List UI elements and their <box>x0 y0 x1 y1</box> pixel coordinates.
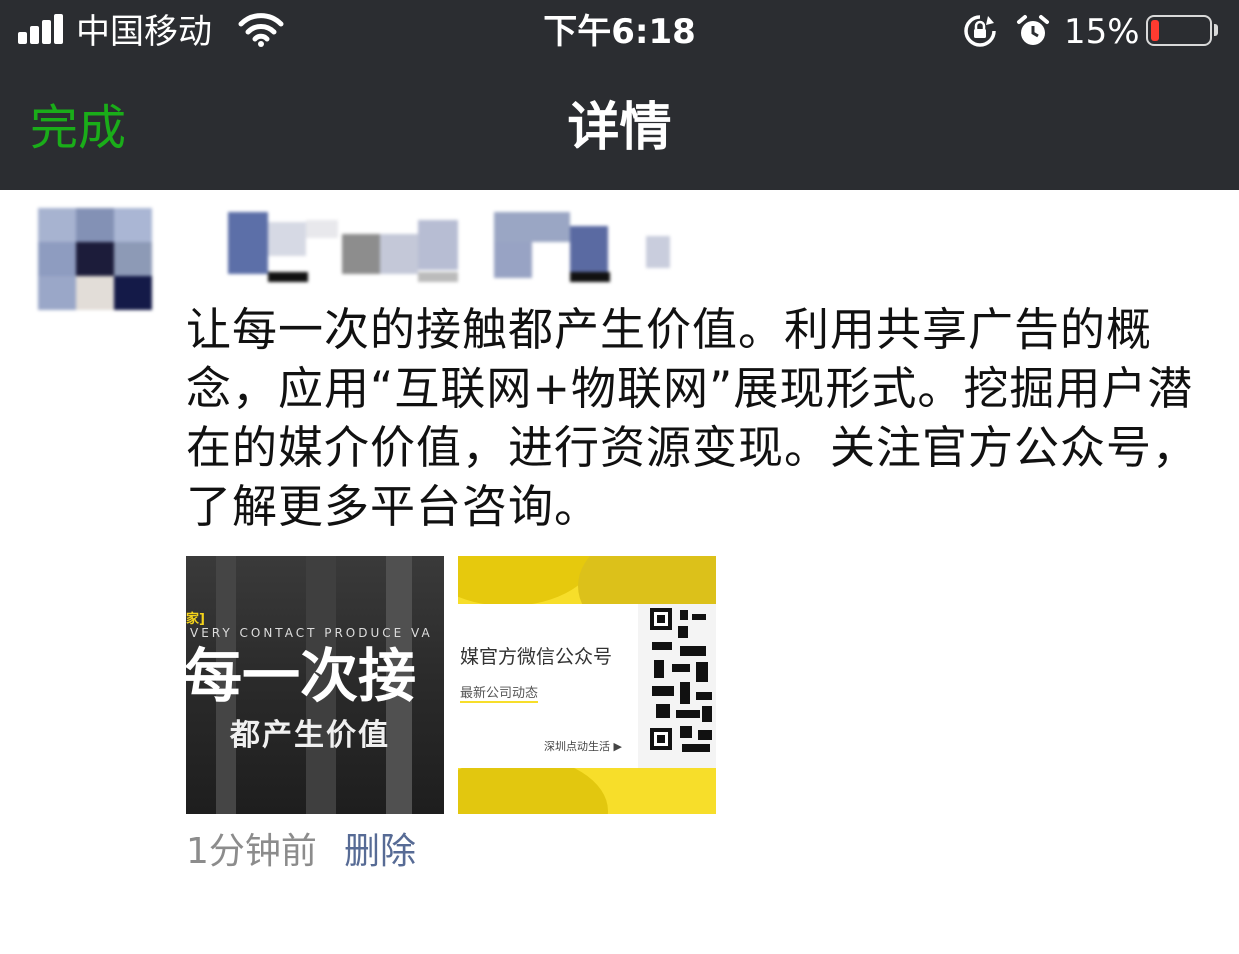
battery-percent: 15% <box>1064 12 1140 52</box>
page-title: 详情 <box>567 98 672 158</box>
post-image-1[interactable]: 家] VERY CONTACT PRODUCE VA 每一次接 都产生价值 <box>186 556 444 814</box>
qr-code-icon <box>650 608 716 758</box>
image-english-line: VERY CONTACT PRODUCE VA <box>190 626 433 640</box>
avatar[interactable] <box>38 208 152 310</box>
image-headline: 每一次接 <box>186 642 417 710</box>
post-text: 让每一次的接触都产生价值。利用共享广告的概念，应用“互联网+物联网”展现形式。挖… <box>186 303 1199 533</box>
image-tag: 家] <box>186 612 205 627</box>
image-decoration <box>458 556 598 606</box>
post-image-2[interactable]: 媒官方微信公众号 最新公司动态 深圳点动生活 ▶ <box>458 556 716 814</box>
rotation-lock-icon <box>964 15 996 47</box>
image-card-subtitle: 最新公司动态 <box>460 682 539 703</box>
nav-bar: 完成 详情 <box>0 64 1239 190</box>
alarm-icon <box>1017 15 1049 45</box>
battery-icon <box>1146 15 1212 46</box>
image-card-link: 深圳点动生活 ▶ <box>544 740 622 753</box>
image-subline: 都产生价值 <box>230 718 390 753</box>
status-bar: 中国移动 下午6:18 15% <box>0 0 1239 64</box>
delete-button[interactable]: 删除 <box>344 828 416 876</box>
battery-level-fill <box>1151 20 1159 41</box>
battery-cap <box>1214 24 1218 36</box>
image-card-title: 媒官方微信公众号 <box>460 646 613 668</box>
username-mosaic[interactable] <box>190 212 670 282</box>
status-time: 下午6:18 <box>543 12 696 52</box>
post-time: 1分钟前 <box>186 831 317 872</box>
